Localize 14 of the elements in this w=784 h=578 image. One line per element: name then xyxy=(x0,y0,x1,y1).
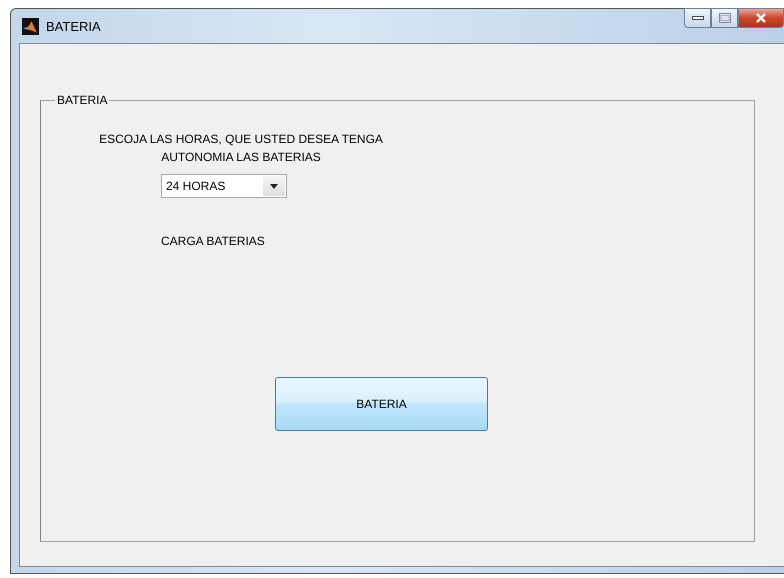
hours-dropdown[interactable]: 24 HORAS xyxy=(161,174,287,198)
caret-icon xyxy=(270,184,278,188)
maximize-icon xyxy=(718,13,730,23)
instruction-text: ESCOJA LAS HORAS, QUE USTED DESEA TENGA AUTONOMIA LAS BATERIAS xyxy=(98,131,384,166)
minimize-icon xyxy=(692,16,704,20)
bateria-button[interactable]: BATERIA xyxy=(275,377,488,431)
status-label: CARGA BATERIAS xyxy=(161,234,266,248)
window-title: BATERIA xyxy=(46,18,101,34)
app-icon xyxy=(22,18,39,34)
maximize-button[interactable] xyxy=(711,8,738,28)
close-icon xyxy=(755,13,767,23)
close-button[interactable] xyxy=(738,8,784,28)
panel-title: BATERIA xyxy=(56,93,108,107)
minimize-button[interactable] xyxy=(684,8,711,28)
